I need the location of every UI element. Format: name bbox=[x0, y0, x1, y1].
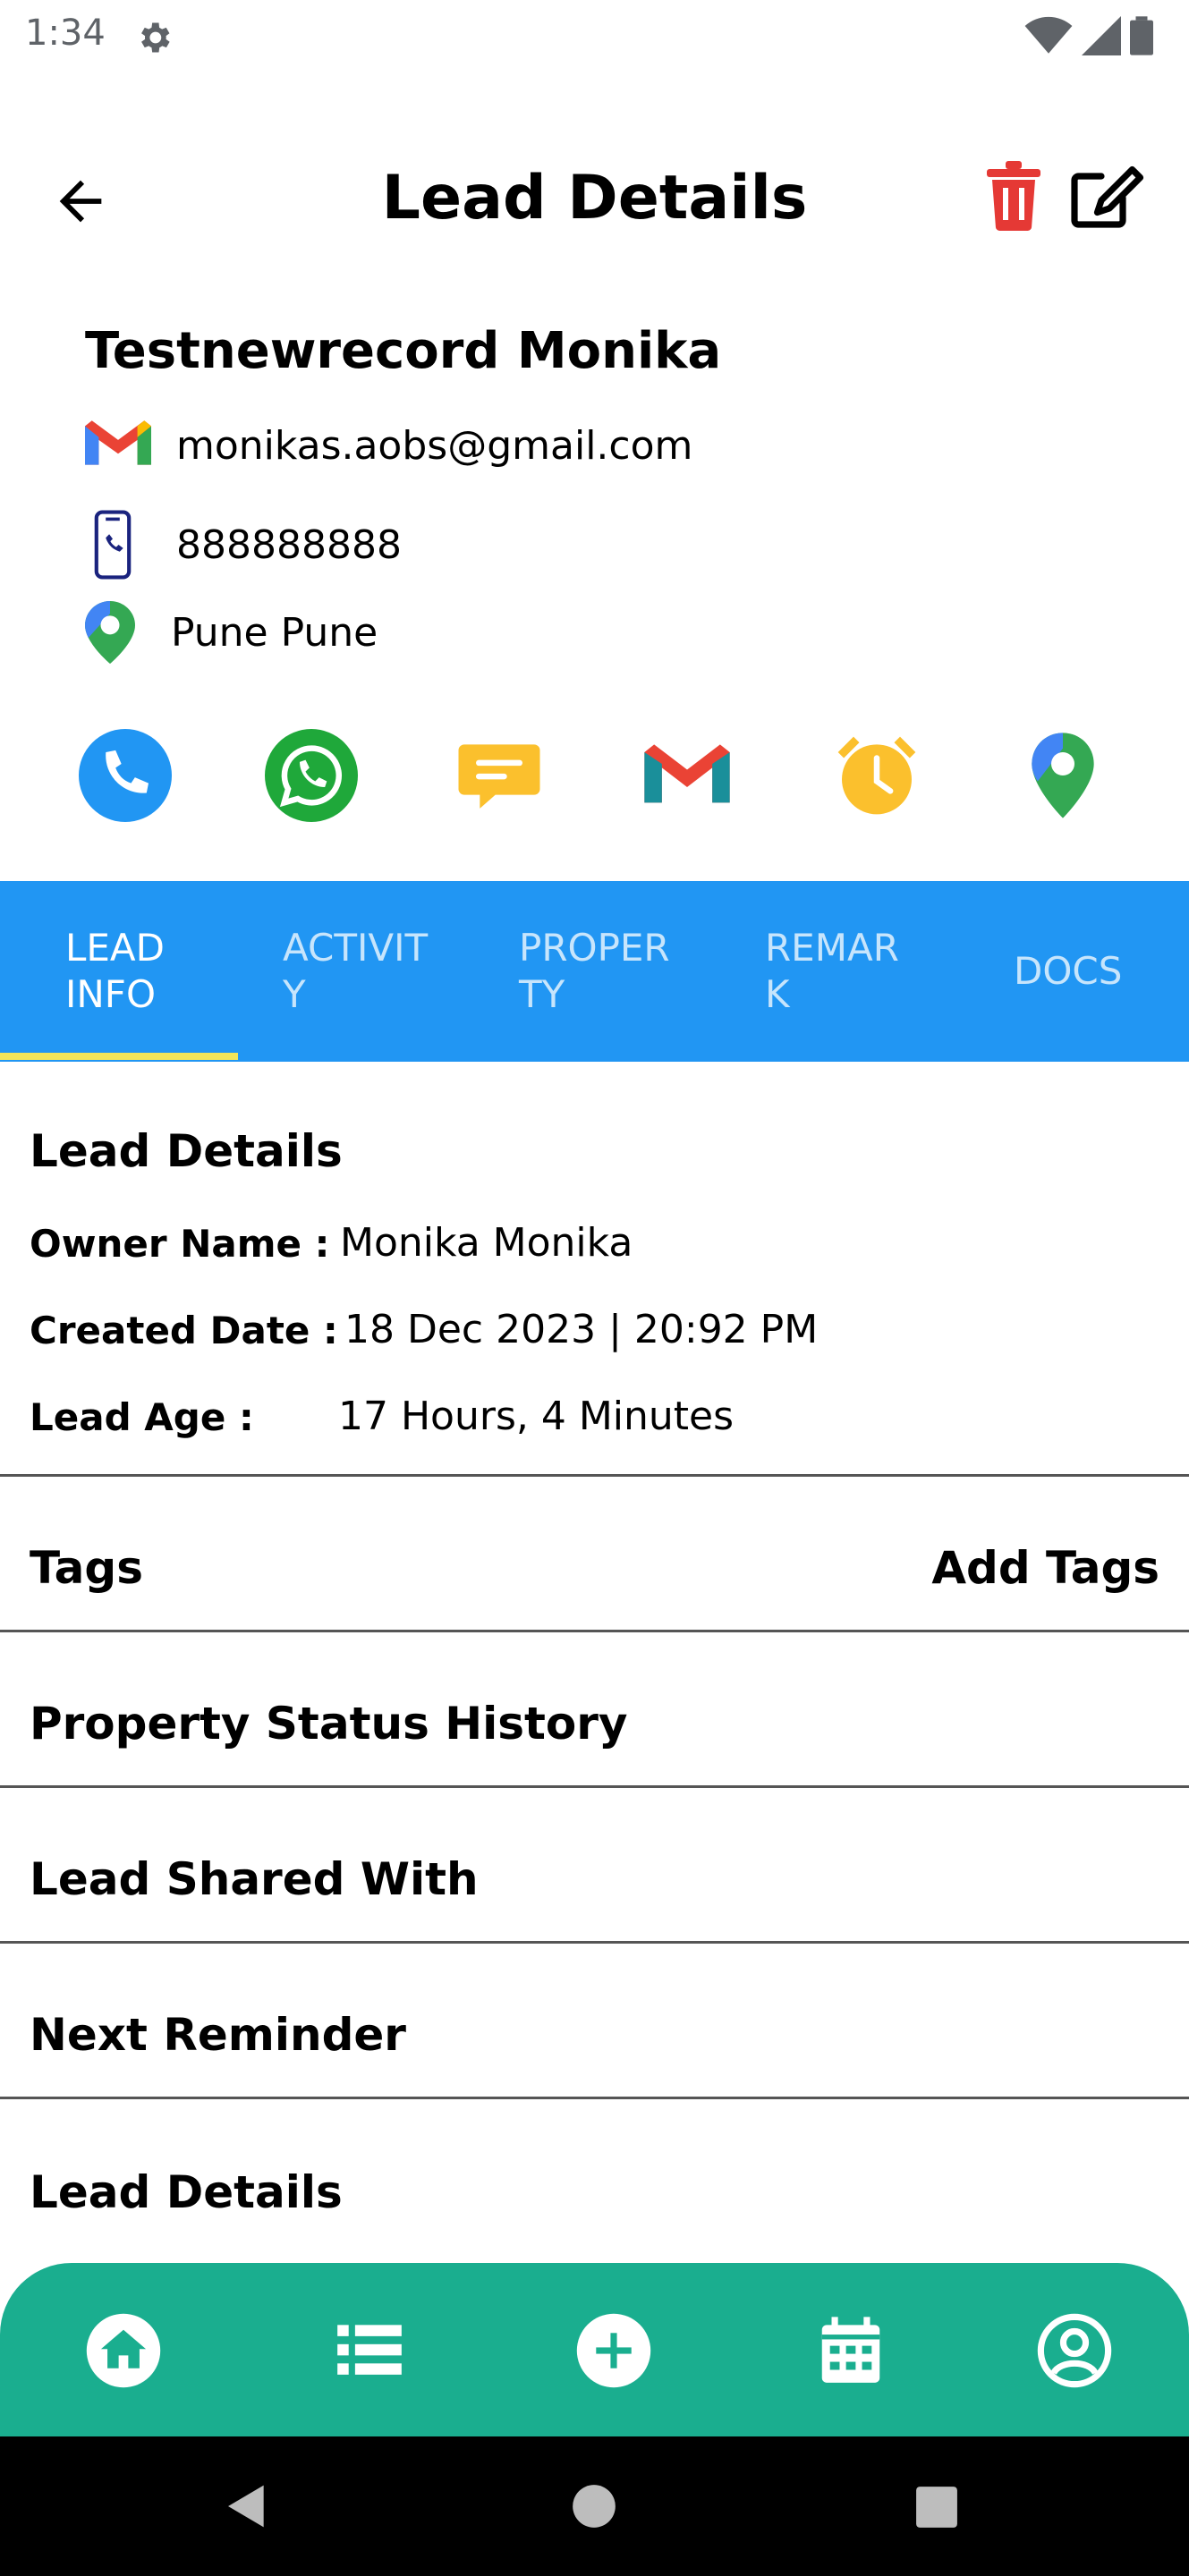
lead-details-section[interactable]: Lead Details bbox=[30, 2166, 343, 2218]
tab-property[interactable]: PROPER TY bbox=[519, 881, 670, 1062]
edit-pencil-icon[interactable] bbox=[1069, 165, 1144, 231]
lead-name: Testnewrecord Monika bbox=[85, 322, 722, 380]
tab-bar: LEAD INFO ACTIVIT Y PROPER TY REMAR K DO… bbox=[0, 881, 1189, 1062]
tab-activity[interactable]: ACTIVIT Y bbox=[283, 881, 428, 1062]
quick-actions bbox=[0, 729, 1189, 827]
reminder-alarm-icon[interactable] bbox=[830, 729, 923, 822]
owner-name-label: Owner Name : bbox=[30, 1222, 330, 1266]
system-back-icon[interactable] bbox=[222, 2481, 272, 2531]
add-icon[interactable] bbox=[575, 2312, 652, 2389]
signal-icon bbox=[1082, 16, 1121, 55]
lead-age-value: 17 Hours, 4 Minutes bbox=[338, 1394, 735, 1439]
whatsapp-icon[interactable] bbox=[265, 729, 358, 822]
wifi-icon bbox=[1024, 16, 1073, 54]
active-tab-indicator bbox=[0, 1053, 238, 1060]
email-row[interactable]: monikas.aobs@gmail.com bbox=[85, 420, 692, 470]
gmail-action-icon[interactable] bbox=[641, 729, 734, 822]
location-text: Pune Pune bbox=[171, 609, 378, 656]
location-row[interactable]: Pune Pune bbox=[85, 601, 378, 664]
phone-row[interactable]: 888888888 bbox=[85, 510, 402, 580]
tab-remark[interactable]: REMAR K bbox=[765, 881, 899, 1062]
home-icon[interactable] bbox=[85, 2312, 162, 2389]
email-text: monikas.aobs@gmail.com bbox=[176, 422, 693, 469]
location-pin-icon bbox=[85, 601, 135, 664]
mobile-phone-icon bbox=[94, 510, 132, 580]
calendar-icon[interactable] bbox=[812, 2312, 889, 2389]
created-date-value: 18 Dec 2023 | 20:92 PM bbox=[344, 1307, 819, 1352]
lead-details-heading: Lead Details bbox=[30, 1125, 343, 1177]
settings-gear-icon bbox=[141, 22, 170, 53]
divider bbox=[0, 1474, 1189, 1477]
next-reminder-section[interactable]: Next Reminder bbox=[30, 2009, 406, 2061]
lead-shared-with-section[interactable]: Lead Shared With bbox=[30, 1853, 479, 1905]
sms-message-icon[interactable] bbox=[453, 729, 546, 822]
gmail-icon bbox=[85, 420, 151, 465]
property-status-history-section[interactable]: Property Status History bbox=[30, 1698, 627, 1750]
tags-heading: Tags bbox=[30, 1542, 143, 1594]
map-location-icon[interactable] bbox=[1016, 729, 1109, 822]
bottom-navigation bbox=[0, 2263, 1189, 2436]
status-time: 1:34 bbox=[25, 13, 106, 54]
profile-icon[interactable] bbox=[1036, 2312, 1113, 2389]
list-icon[interactable] bbox=[331, 2312, 408, 2389]
divider bbox=[0, 2097, 1189, 2099]
status-indicators bbox=[1024, 16, 1153, 55]
phone-call-icon[interactable] bbox=[79, 729, 172, 822]
add-tags-button[interactable]: Add Tags bbox=[931, 1542, 1159, 1594]
tab-lead-info[interactable]: LEAD INFO bbox=[65, 881, 165, 1062]
system-recents-icon[interactable] bbox=[914, 2485, 959, 2529]
system-home-icon[interactable] bbox=[571, 2483, 617, 2529]
phone-text: 888888888 bbox=[176, 521, 402, 568]
delete-trash-icon[interactable] bbox=[984, 161, 1043, 231]
created-date-label: Created Date : bbox=[30, 1309, 338, 1352]
system-navigation-bar bbox=[0, 2436, 1189, 2576]
divider bbox=[0, 1941, 1189, 1944]
tab-docs[interactable]: DOCS bbox=[1014, 881, 1122, 1062]
owner-name-value: Monika Monika bbox=[340, 1220, 633, 1266]
lead-age-label: Lead Age : bbox=[30, 1395, 254, 1439]
divider bbox=[0, 1785, 1189, 1788]
divider bbox=[0, 1630, 1189, 1632]
battery-icon bbox=[1130, 16, 1153, 55]
